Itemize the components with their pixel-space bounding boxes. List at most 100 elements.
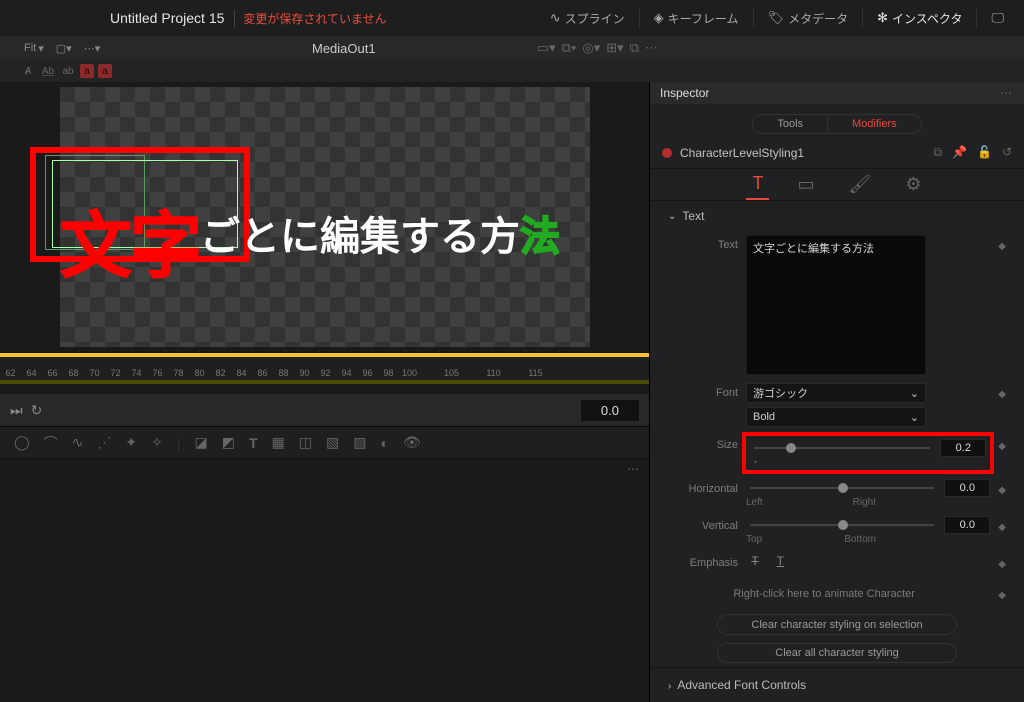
prop-tab-shading[interactable]: 🖌 [843,170,878,199]
timeline-ruler[interactable]: 62 64 66 68 70 72 74 76 78 80 82 84 86 8… [0,352,649,380]
tool-curve-icon[interactable]: ⌒ [44,433,58,453]
section-text-header[interactable]: ⌄ Text [650,200,1024,231]
vertical-slider[interactable] [750,524,934,526]
tab-spline[interactable]: ∿スプライン [540,6,635,31]
strike-toggle[interactable]: Ⱥ [20,64,36,78]
view-split-icon[interactable]: ▢▾ [52,42,76,55]
node-header[interactable]: CharacterLevelStyling1 ⧉ 📌 🔓 ↺ [650,137,1024,169]
ruler-tick: 110 [483,368,504,378]
canvas[interactable]: 文字ごとに編集する方法 [60,87,590,347]
tool-ellipse-icon[interactable]: ◯ [14,434,30,451]
node-name: CharacterLevelStyling1 [680,146,804,160]
keyframe-diamond[interactable]: ◆ [998,435,1006,452]
styled-chars-red: 文字 [60,207,200,287]
separator [639,9,640,27]
tool-points-icon[interactable]: ⋰ [97,434,111,451]
tab-modifiers[interactable]: Modifiers [827,115,921,133]
view-cascade-icon[interactable]: ⧉ [630,40,639,56]
clear-all-button[interactable]: Clear all character styling [717,643,957,663]
ruler-tick: 70 [84,368,105,378]
tool-image-icon[interactable]: ▦ [272,434,285,451]
viewer-header: Fit▾ ▢▾ ⋯▾ MediaOut1 ▭▾ ⧉▾ ◎▾ ⊞▾ ⧉ ⋯ [0,36,1024,60]
tab-keyframe[interactable]: ◈キーフレーム [644,6,749,31]
slider-thumb[interactable] [838,483,848,493]
fit-dropdown[interactable]: Fit▾ [20,42,48,55]
slider-thumb[interactable] [786,443,796,453]
advanced-font-section[interactable]: ›Advanced Font Controls [650,667,1024,702]
slider-thumb[interactable] [838,520,848,530]
size-value[interactable]: 0.2 [940,439,986,457]
prop-tab-layout[interactable]: ▭ [791,170,820,199]
tool-cube1-icon[interactable]: ◪ [195,434,208,451]
tool-text-icon[interactable]: T [249,435,258,451]
view-target-icon[interactable]: ◎▾ [582,40,600,56]
emphasis-underline-button[interactable]: T [771,553,789,569]
timecode-display[interactable]: 0.0 [581,400,639,421]
lock-icon[interactable]: 🔓 [977,145,992,160]
tool-eye-icon[interactable]: 👁 [403,434,421,451]
ruler-tick: 96 [357,368,378,378]
pin-icon[interactable]: 📌 [952,145,967,160]
node-graph-area[interactable]: ⋯ [0,458,649,702]
horizontal-value[interactable]: 0.0 [944,479,990,497]
view-rect-icon[interactable]: ▭▾ [537,40,556,56]
prop-tab-settings[interactable]: ⚙ [899,170,927,199]
horizontal-label: Horizontal [668,479,738,495]
ruler-tick: 68 [63,368,84,378]
project-title: Untitled Project 15 [110,10,224,26]
skip-end-button[interactable]: ⏭ [10,402,23,419]
color-b-toggle[interactable]: a [98,64,112,78]
text-format-toolbar: Ⱥ A̲b̲ ab a a [0,60,1024,82]
view-grid-icon[interactable]: ⊞▾ [606,40,623,56]
version-icon[interactable]: ⧉ [933,145,942,160]
keyframe-diamond[interactable]: ◆ [998,516,1006,533]
emphasis-strikethrough-button[interactable]: T [746,553,764,569]
inspector-more-icon[interactable]: ⋯ [1000,86,1014,100]
font-dropdown[interactable]: 游ゴシック⌄ [746,383,926,403]
tool-spline-icon[interactable]: ∿ [72,434,84,451]
vertical-value[interactable]: 0.0 [944,516,990,534]
tool-box3-icon[interactable]: ▨ [353,434,366,451]
view-more-icon[interactable]: ⋯ [645,40,660,56]
tab-metadata[interactable]: 🏷メタデータ [758,6,859,31]
tool-box1-icon[interactable]: ◫ [299,434,312,451]
transport-controls: ⏭ ↻ 0.0 [0,394,649,426]
panel-more-icon[interactable]: ⋯ [627,462,641,476]
font-weight-dropdown[interactable]: Bold⌄ [746,407,926,427]
prop-tab-text[interactable]: T [746,169,769,200]
tool-wand-icon[interactable]: ✦ [125,434,137,451]
keyframe-diamond[interactable]: ◆ [998,553,1006,570]
size-slider[interactable] [754,447,930,449]
tool-circle2-icon[interactable]: ◐ [380,435,388,451]
keyframe-diamond[interactable]: ◆ [998,383,1006,400]
keyframe-diamond[interactable]: ◆ [998,479,1006,496]
tool-cube2-icon[interactable]: ◩ [222,434,235,451]
tab-monitor[interactable]: 🖵 [981,6,1014,30]
ruler-tick: 115 [525,368,546,378]
ruler-tick: 86 [252,368,273,378]
node-enable-dot[interactable] [662,148,672,158]
ruler-tick: 90 [294,368,315,378]
size-label: Size [668,435,738,451]
highlight-toggle[interactable]: ab [60,64,76,78]
reset-icon[interactable]: ↺ [1002,145,1012,160]
canvas-text[interactable]: 文字ごとに編集する方法 [60,187,560,292]
color-a-toggle[interactable]: a [80,64,94,78]
separator [976,9,977,27]
tab-inspector[interactable]: ✻インスペクタ [867,6,972,31]
keyframe-diamond[interactable]: ◆ [998,235,1006,252]
underline-toggle[interactable]: A̲b̲ [40,64,56,78]
animate-hint[interactable]: Right-click here to animate Character [650,574,998,610]
loop-button[interactable]: ↻ [31,402,43,419]
tool-box2-icon[interactable]: ▧ [326,434,339,451]
view-stack-icon[interactable]: ⧉▾ [562,40,577,56]
view-dots-icon[interactable]: ⋯▾ [80,42,105,55]
horizontal-slider[interactable] [750,487,934,489]
tool-burst-icon[interactable]: ✧ [151,434,163,451]
ruler-tick: 62 [0,368,21,378]
tab-tools[interactable]: Tools [753,115,827,133]
keyframe-diamond[interactable]: ◆ [998,584,1024,601]
clear-selection-button[interactable]: Clear character styling on selection [717,614,957,634]
text-input[interactable]: 文字ごとに編集する方法 [746,235,926,375]
font-label: Font [668,383,738,399]
